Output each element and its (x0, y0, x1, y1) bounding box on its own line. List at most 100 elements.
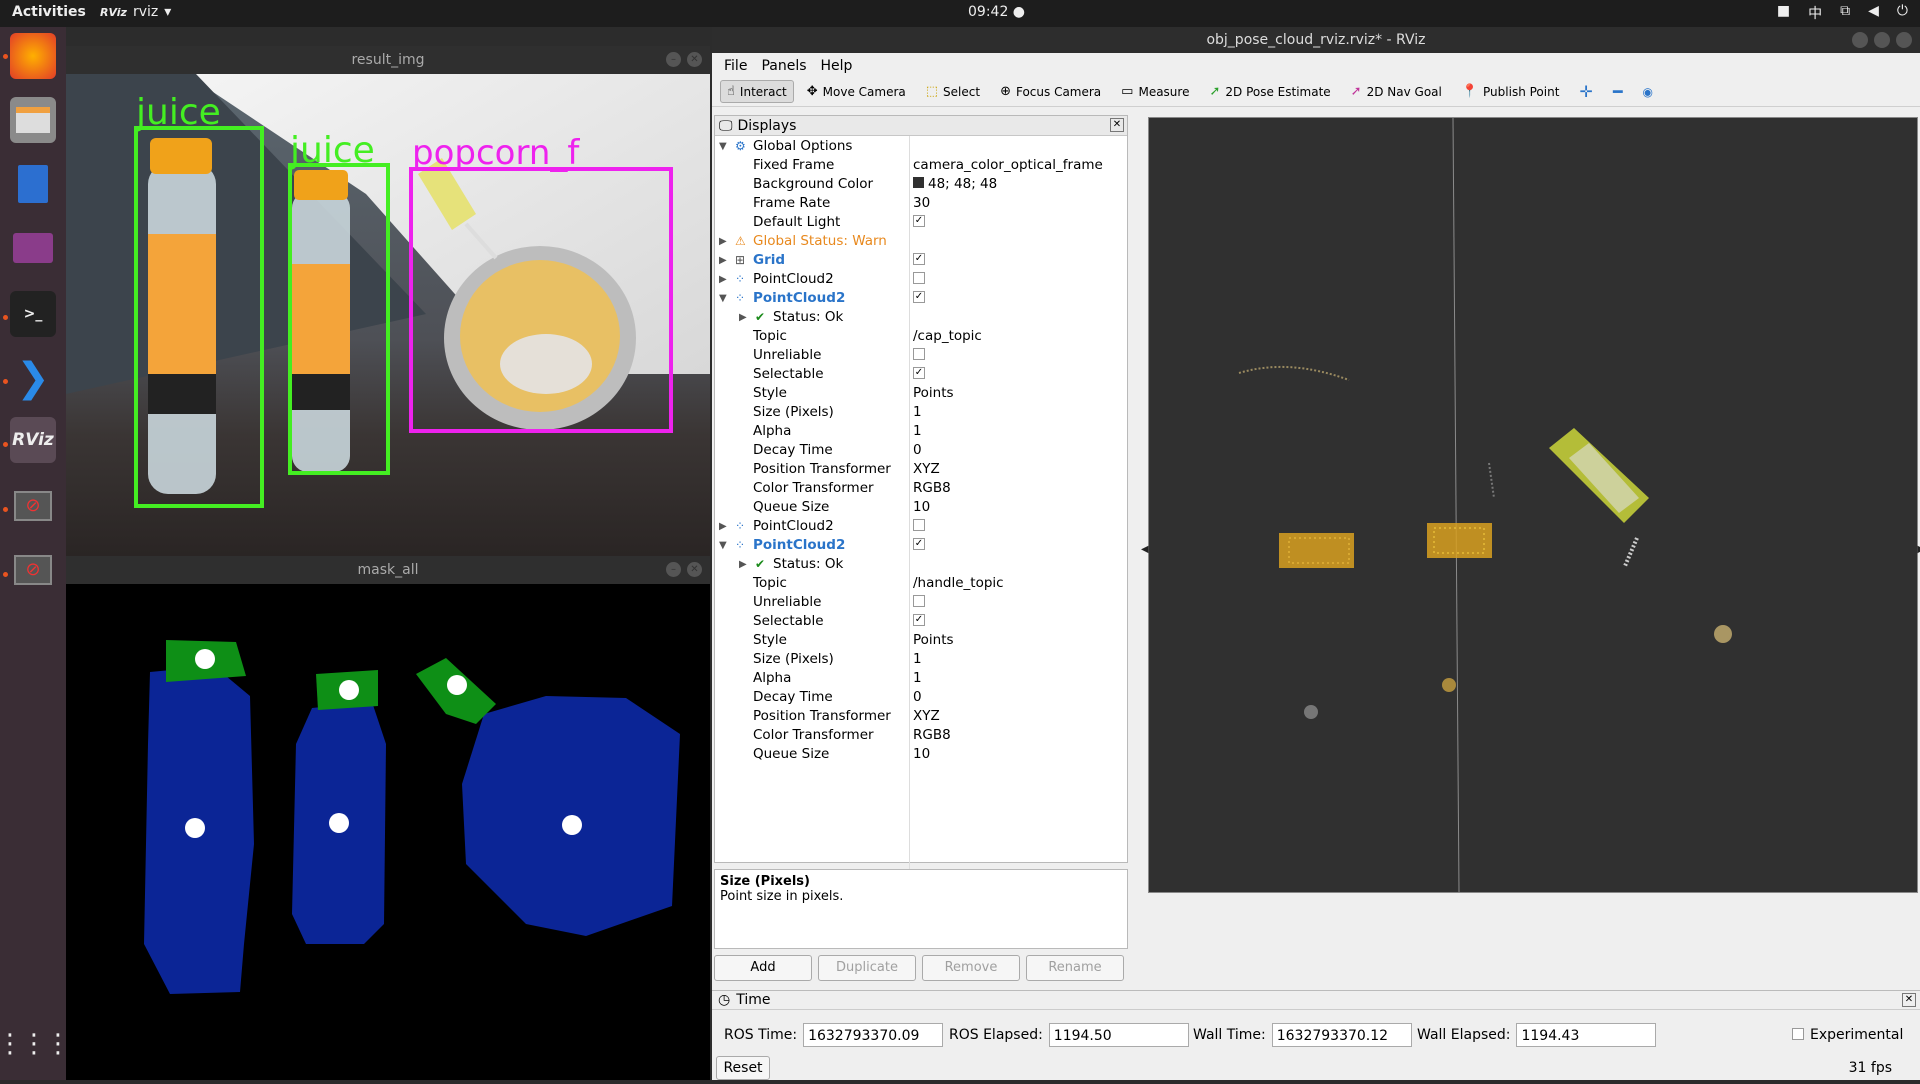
view-tool-button[interactable]: ◉ (1635, 81, 1659, 103)
tool-interact[interactable]: ☝ Interact (720, 80, 794, 103)
checkbox-checked[interactable]: ✓ (913, 365, 925, 384)
tree-row-style[interactable]: Style Points (715, 384, 1127, 403)
duplicate-button[interactable]: Duplicate (818, 955, 916, 981)
tool-2d-pose-estimate[interactable]: ➚ 2D Pose Estimate (1202, 80, 1337, 103)
checkbox-checked[interactable]: ✓ (913, 289, 925, 308)
tree-row-status-ok[interactable]: ▶ ✔ Status: Ok (715, 308, 1127, 327)
checkbox-checked[interactable]: ✓ (913, 213, 925, 232)
tree-row-pointcloud2-3[interactable]: ▶ ⁘ PointCloud2 (715, 517, 1127, 536)
add-button[interactable]: Add (714, 955, 812, 981)
tree-row-status-ok[interactable]: ▶ ✔ Status: Ok (715, 555, 1127, 574)
tree-row-grid[interactable]: ▶ ⊞ Grid ✓ (715, 251, 1127, 270)
row-value[interactable]: 30 (913, 194, 930, 213)
tree-row-pointcloud2-4[interactable]: ▼ ⁘ PointCloud2 ✓ (715, 536, 1127, 555)
close-button[interactable] (1896, 32, 1912, 48)
tool-move-camera[interactable]: ✥ Move Camera (800, 80, 913, 103)
input-method-indicator[interactable]: 中 (1808, 3, 1822, 23)
tree-row-global-options[interactable]: ▼ ⚙ Global Options (715, 137, 1127, 156)
terminal-icon[interactable]: >_ (10, 291, 56, 337)
row-value[interactable]: camera_color_optical_frame (913, 156, 1103, 175)
row-value[interactable]: 0 (913, 688, 922, 707)
tool-2d-nav-goal[interactable]: ➚ 2D Nav Goal (1344, 80, 1449, 103)
close-button[interactable]: ✕ (687, 52, 702, 67)
checkbox-unchecked[interactable] (913, 517, 925, 536)
close-panel-button[interactable]: ✕ (1110, 118, 1124, 132)
close-panel-button[interactable]: ✕ (1902, 993, 1916, 1007)
row-value[interactable]: RGB8 (913, 479, 951, 498)
tree-row-decay-time[interactable]: Decay Time 0 (715, 441, 1127, 460)
collapse-left-icon[interactable]: ◀ (1141, 544, 1149, 555)
row-value[interactable]: 1 (913, 422, 922, 441)
tree-row-alpha[interactable]: Alpha 1 (715, 669, 1127, 688)
reset-button[interactable]: Reset (716, 1056, 770, 1080)
writer-icon[interactable] (10, 161, 56, 207)
row-value[interactable]: Points (913, 631, 954, 650)
checkbox-unchecked[interactable] (913, 270, 925, 289)
app-menu[interactable]: RViz rviz ▾ (100, 4, 171, 20)
ros-time-field[interactable]: 1632793370.09 (803, 1023, 944, 1047)
experimental-group[interactable]: Experimental (1792, 1027, 1903, 1043)
window-titlebar[interactable]: mask_all – ✕ (66, 556, 710, 584)
checkbox-checked[interactable]: ✓ (913, 536, 925, 555)
checkbox-checked[interactable]: ✓ (913, 251, 925, 270)
clock[interactable]: 09:42 ● (968, 4, 1025, 20)
minimize-button[interactable]: – (666, 562, 681, 577)
close-button[interactable]: ✕ (687, 562, 702, 577)
tree-row-unreliable[interactable]: Unreliable (715, 593, 1127, 612)
video-editor-icon[interactable] (10, 225, 56, 271)
tree-row-color-transformer[interactable]: Color Transformer RGB8 (715, 479, 1127, 498)
show-apps-icon[interactable]: ⋮⋮⋮ (0, 1021, 71, 1067)
blocked-app-icon[interactable]: ⊘ (10, 547, 56, 593)
minimize-button[interactable] (1852, 32, 1868, 48)
tree-row-selectable[interactable]: Selectable ✓ (715, 365, 1127, 384)
row-value[interactable]: 10 (913, 498, 930, 517)
row-value[interactable]: 1 (913, 669, 922, 688)
tree-row-color-transformer[interactable]: Color Transformer RGB8 (715, 726, 1127, 745)
wall-elapsed-field[interactable]: 1194.43 (1516, 1023, 1657, 1047)
checkbox-unchecked[interactable] (913, 593, 925, 612)
system-tray[interactable]: ■ 中 ⧉ ◀ ⏻ (1777, 3, 1908, 23)
vscode-icon[interactable]: ❯ (10, 355, 56, 401)
tree-row-queue-size[interactable]: Queue Size 10 (715, 745, 1127, 764)
menu-file[interactable]: File (724, 58, 747, 74)
remove-button[interactable]: Remove (922, 955, 1020, 981)
tree-row-alpha[interactable]: Alpha 1 (715, 422, 1127, 441)
tree-row-unreliable[interactable]: Unreliable (715, 346, 1127, 365)
row-value[interactable]: RGB8 (913, 726, 951, 745)
tree-row-position-transformer[interactable]: Position Transformer XYZ (715, 707, 1127, 726)
tree-row-topic[interactable]: Topic/handle_topic (715, 574, 1127, 593)
tree-row-background-color[interactable]: Background Color 48; 48; 48 (715, 175, 1127, 194)
row-value[interactable]: 1 (913, 650, 922, 669)
ros-elapsed-field[interactable]: 1194.50 (1048, 1023, 1189, 1047)
blocked-app-icon[interactable]: ⊘ (10, 483, 56, 529)
row-value[interactable]: Points (913, 384, 954, 403)
add-tool-button[interactable]: ✛ (1572, 78, 1599, 105)
tree-row-topic[interactable]: Topic/cap_topic (715, 327, 1127, 346)
tree-row-selectable[interactable]: Selectable ✓ (715, 612, 1127, 631)
tool-select[interactable]: ⬚ Select (919, 80, 987, 103)
tool-focus-camera[interactable]: ⊕ Focus Camera (993, 80, 1108, 103)
tree-row-pointcloud2-2[interactable]: ▼ ⁘ PointCloud2 ✓ (715, 289, 1127, 308)
tree-row-style[interactable]: Style Points (715, 631, 1127, 650)
tree-row-pointcloud2-1[interactable]: ▶ ⁘ PointCloud2 (715, 270, 1127, 289)
3d-viewport[interactable]: ◀ ▶ (1141, 117, 1920, 893)
tree-row-position-transformer[interactable]: Position Transformer XYZ (715, 460, 1127, 479)
row-value[interactable]: /cap_topic (913, 327, 982, 346)
tree-row-fixed-frame[interactable]: Fixed Frame camera_color_optical_frame (715, 156, 1127, 175)
tree-row-size-pixels[interactable]: Size (Pixels) 1 (715, 650, 1127, 669)
row-value[interactable]: 1 (913, 403, 922, 422)
wall-time-field[interactable]: 1632793370.12 (1271, 1023, 1412, 1047)
tool-measure[interactable]: ▭ Measure (1114, 80, 1196, 103)
maximize-button[interactable] (1874, 32, 1890, 48)
checkbox-unchecked[interactable] (913, 346, 925, 365)
window-titlebar[interactable]: result_img – ✕ (66, 46, 710, 74)
firefox-icon[interactable] (10, 33, 56, 79)
menu-help[interactable]: Help (821, 58, 853, 74)
tree-row-decay-time[interactable]: Decay Time 0 (715, 688, 1127, 707)
rviz-icon[interactable]: RViz (10, 417, 56, 463)
minimize-button[interactable]: – (666, 52, 681, 67)
checkbox-checked[interactable]: ✓ (913, 612, 925, 631)
row-value[interactable]: 0 (913, 441, 922, 460)
tree-row-default-light[interactable]: Default Light ✓ (715, 213, 1127, 232)
tree-row-frame-rate[interactable]: Frame Rate 30 (715, 194, 1127, 213)
